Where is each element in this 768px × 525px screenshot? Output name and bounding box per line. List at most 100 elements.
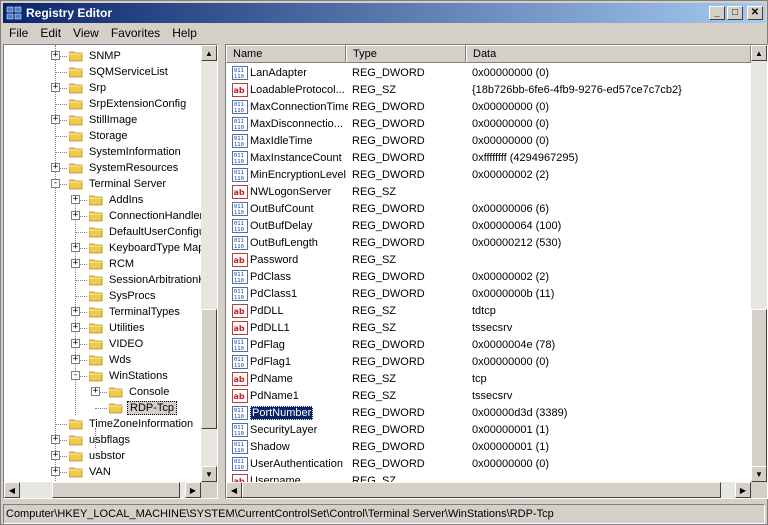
scroll-left-button[interactable]: ◀ bbox=[4, 482, 20, 498]
tree-node[interactable]: Wds bbox=[89, 352, 133, 368]
scroll-left-button[interactable]: ◀ bbox=[226, 482, 242, 498]
list-item[interactable]: ab PdDLL1 REG_SZ tssecsrv bbox=[226, 319, 748, 336]
tree-node[interactable]: Utilities bbox=[89, 320, 146, 336]
column-header-data[interactable]: Data bbox=[466, 45, 751, 63]
expand-icon[interactable]: + bbox=[71, 323, 80, 332]
list-horizontal-scrollbar[interactable]: ◀ ▶ bbox=[226, 482, 751, 498]
tree-node[interactable]: SNMP bbox=[69, 48, 123, 64]
list-item[interactable]: 011 110 SecurityLayer REG_DWORD 0x00000001 (… bbox=[226, 421, 748, 438]
list-item[interactable]: ab NWLogonServer REG_SZ bbox=[226, 183, 748, 200]
list-item[interactable]: ab Password REG_SZ bbox=[226, 251, 748, 268]
expand-icon[interactable]: + bbox=[91, 387, 100, 396]
title-bar[interactable]: Registry Editor _ □ ✕ bbox=[3, 3, 765, 23]
list-item[interactable]: 011 110 MaxConnectionTime REG_DWORD 0x000000… bbox=[226, 98, 748, 115]
list-item[interactable]: 011 110 MinEncryptionLevel REG_DWORD 0x00000… bbox=[226, 166, 748, 183]
expand-icon[interactable]: + bbox=[71, 307, 80, 316]
menu-view[interactable]: View bbox=[67, 26, 105, 40]
tree-node[interactable]: StillImage bbox=[69, 112, 139, 128]
list-item[interactable]: 011 110 PdFlag REG_DWORD 0x0000004e (78) bbox=[226, 336, 748, 353]
tree-node[interactable]: WinStations bbox=[89, 368, 170, 384]
tree-node[interactable]: Srp bbox=[69, 80, 108, 96]
scroll-right-button[interactable]: ▶ bbox=[185, 482, 201, 498]
scroll-thumb[interactable] bbox=[751, 309, 767, 469]
list-item[interactable]: 011 110 PortNumber REG_DWORD 0x00000d3d (338… bbox=[226, 404, 748, 421]
list-item[interactable]: 011 110 Shadow REG_DWORD 0x00000001 (1) bbox=[226, 438, 748, 455]
minimize-button[interactable]: _ bbox=[709, 6, 725, 20]
list-item[interactable]: 011 110 PdClass REG_DWORD 0x00000002 (2) bbox=[226, 268, 748, 285]
maximize-button[interactable]: □ bbox=[727, 6, 743, 20]
tree-node[interactable]: SQMServiceList bbox=[69, 64, 170, 80]
tree-node[interactable]: VAN bbox=[69, 464, 113, 480]
list-item[interactable]: 011 110 OutBufLength REG_DWORD 0x00000212 (5… bbox=[226, 234, 748, 251]
column-header-name[interactable]: Name bbox=[226, 45, 346, 63]
tree-node[interactable]: DefaultUserConfigu bbox=[89, 224, 203, 240]
list-item[interactable]: 011 110 OutBufCount REG_DWORD 0x00000006 (6) bbox=[226, 200, 748, 217]
expand-icon[interactable]: + bbox=[51, 163, 60, 172]
expand-icon[interactable]: + bbox=[71, 355, 80, 364]
column-header-type[interactable]: Type bbox=[346, 45, 466, 63]
values-list-pane[interactable]: Name Type Data 011 110 LanAdapter REG_DWORD… bbox=[225, 44, 768, 499]
tree-node[interactable]: TerminalTypes bbox=[89, 304, 182, 320]
list-item[interactable]: 011 110 MaxInstanceCount REG_DWORD 0xfffffff… bbox=[226, 149, 748, 166]
list-item[interactable]: ab PdDLL REG_SZ tdtcp bbox=[226, 302, 748, 319]
expand-icon[interactable]: + bbox=[51, 467, 60, 476]
pane-splitter[interactable] bbox=[219, 44, 224, 499]
list-item[interactable]: 011 110 PdClass1 REG_DWORD 0x0000000b (11) bbox=[226, 285, 748, 302]
tree-node[interactable]: SysProcs bbox=[89, 288, 157, 304]
list-item[interactable]: 011 110 OutBufDelay REG_DWORD 0x00000064 (10… bbox=[226, 217, 748, 234]
tree-node[interactable]: KeyboardType Mapp bbox=[89, 240, 203, 256]
expand-icon[interactable]: + bbox=[51, 83, 60, 92]
tree-horizontal-scrollbar[interactable]: ◀ ▶ bbox=[4, 482, 201, 498]
scroll-thumb[interactable] bbox=[52, 482, 180, 498]
menu-file[interactable]: File bbox=[3, 26, 34, 40]
tree-node[interactable]: SessionArbitrationH bbox=[89, 272, 203, 288]
menu-edit[interactable]: Edit bbox=[34, 26, 67, 40]
expand-icon[interactable]: + bbox=[51, 115, 60, 124]
tree-node[interactable]: Console bbox=[109, 384, 171, 400]
list-item[interactable]: 011 110 MaxIdleTime REG_DWORD 0x00000000 (0) bbox=[226, 132, 748, 149]
tree-node[interactable]: ConnectionHandler bbox=[89, 208, 203, 224]
scroll-thumb[interactable] bbox=[242, 482, 721, 498]
scroll-down-button[interactable]: ▼ bbox=[751, 466, 767, 482]
scroll-up-button[interactable]: ▲ bbox=[201, 45, 217, 61]
tree-node[interactable]: RCM bbox=[89, 256, 136, 272]
expand-icon[interactable]: + bbox=[71, 339, 80, 348]
collapse-icon[interactable]: - bbox=[51, 179, 60, 188]
list-item[interactable]: 011 110 PdFlag1 REG_DWORD 0x00000000 (0) bbox=[226, 353, 748, 370]
tree-node[interactable]: TimeZoneInformation bbox=[69, 416, 195, 432]
key-tree-pane[interactable]: SNMP + SQMServiceList Srp + SrpExtensionConfi… bbox=[3, 44, 218, 499]
list-vertical-scrollbar[interactable]: ▲ ▼ bbox=[751, 45, 767, 482]
menu-help[interactable]: Help bbox=[166, 26, 203, 40]
expand-icon[interactable]: + bbox=[71, 211, 80, 220]
menu-favorites[interactable]: Favorites bbox=[105, 26, 166, 40]
scroll-right-button[interactable]: ▶ bbox=[735, 482, 751, 498]
expand-icon[interactable]: + bbox=[51, 451, 60, 460]
tree-node[interactable]: AddIns bbox=[89, 192, 145, 208]
expand-icon[interactable]: + bbox=[71, 259, 80, 268]
tree-node[interactable]: SrpExtensionConfig bbox=[69, 96, 188, 112]
list-item[interactable]: ab PdName REG_SZ tcp bbox=[226, 370, 748, 387]
expand-icon[interactable]: + bbox=[71, 195, 80, 204]
list-item[interactable]: 011 110 MaxDisconnectio... REG_DWORD 0x00000… bbox=[226, 115, 748, 132]
expand-icon[interactable]: + bbox=[51, 51, 60, 60]
collapse-icon[interactable]: - bbox=[71, 371, 80, 380]
tree-node[interactable]: Terminal Server bbox=[69, 176, 168, 192]
expand-icon[interactable]: + bbox=[71, 243, 80, 252]
list-item[interactable]: ab LoadableProtocol... REG_SZ {18b726bb-6fe… bbox=[226, 81, 748, 98]
tree-node[interactable]: Storage bbox=[69, 128, 130, 144]
expand-icon[interactable]: + bbox=[51, 435, 60, 444]
close-button[interactable]: ✕ bbox=[747, 6, 763, 20]
scroll-down-button[interactable]: ▼ bbox=[201, 466, 217, 482]
scroll-up-button[interactable]: ▲ bbox=[751, 45, 767, 61]
tree-node[interactable]: SystemInformation bbox=[69, 144, 183, 160]
tree-node[interactable]: usbstor bbox=[69, 448, 127, 464]
tree-node[interactable]: usbflags bbox=[69, 432, 132, 448]
list-item[interactable]: 011 110 UserAuthentication REG_DWORD 0x00000… bbox=[226, 455, 748, 472]
scroll-thumb[interactable] bbox=[201, 309, 217, 429]
tree-node[interactable]: VIDEO bbox=[89, 336, 145, 352]
tree-node[interactable]: SystemResources bbox=[69, 160, 180, 176]
list-item[interactable]: 011 110 LanAdapter REG_DWORD 0x00000000 (0) bbox=[226, 64, 748, 81]
tree-node[interactable]: RDP-Tcp bbox=[109, 400, 178, 416]
tree-vertical-scrollbar[interactable]: ▲ ▼ bbox=[201, 45, 217, 482]
list-item[interactable]: ab PdName1 REG_SZ tssecsrv bbox=[226, 387, 748, 404]
